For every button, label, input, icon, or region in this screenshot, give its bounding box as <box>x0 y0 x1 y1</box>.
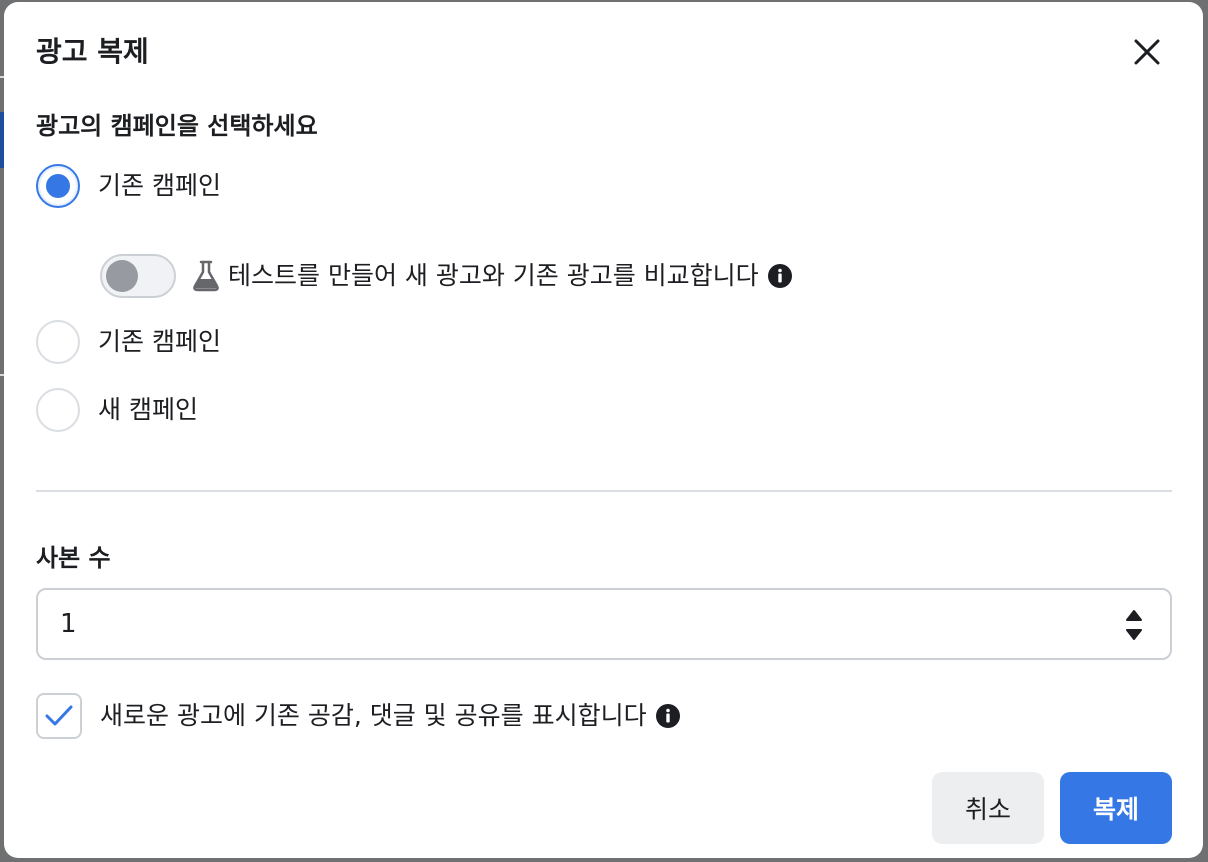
flask-icon <box>192 260 220 292</box>
radio-button[interactable] <box>36 164 80 208</box>
radio-existing-campaign[interactable]: 기존 캠페인 <box>36 162 221 210</box>
cancel-button[interactable]: 취소 <box>932 772 1044 844</box>
radio-label: 새 캠페인 <box>98 395 198 424</box>
show-engagement-label: 새로운 광고에 기존 공감, 댓글 및 공유를 표시합니다 <box>100 701 647 730</box>
info-icon[interactable] <box>767 263 793 289</box>
toggle-knob <box>106 260 138 292</box>
show-engagement-checkbox-row[interactable]: 새로운 광고에 기존 공감, 댓글 및 공유를 표시합니다 <box>36 692 681 740</box>
checkmark-icon <box>45 705 73 726</box>
radio-label: 기존 캠페인 <box>98 171 221 200</box>
close-button[interactable] <box>1125 30 1169 74</box>
section-divider <box>36 490 1172 492</box>
duplicate-button[interactable]: 복제 <box>1060 772 1172 844</box>
chevron-down-icon <box>1126 629 1142 640</box>
campaign-section-label: 광고의 캠페인을 선택하세요 <box>36 112 318 140</box>
show-engagement-checkbox[interactable] <box>36 693 82 739</box>
copies-stepper[interactable]: 1 <box>36 588 1172 660</box>
copies-label: 사본 수 <box>36 544 111 572</box>
info-icon[interactable] <box>655 703 681 729</box>
test-toggle-label: 테스트를 만들어 새 광고와 기존 광고를 비교합니다 <box>228 261 759 290</box>
close-icon <box>1134 39 1160 65</box>
duplicate-ad-dialog: 광고 복제 광고의 캠페인을 선택하세요 기존 캠페인 테스트를 만들어 새 광… <box>4 2 1203 858</box>
radio-selected-dot <box>46 174 70 198</box>
radio-new-campaign[interactable]: 새 캠페인 <box>36 386 198 434</box>
stepper-arrows[interactable] <box>1124 606 1144 644</box>
chevron-up-icon <box>1126 610 1142 621</box>
test-toggle-row: 테스트를 만들어 새 광고와 기존 광고를 비교합니다 <box>100 252 793 300</box>
copies-value[interactable]: 1 <box>60 608 77 640</box>
radio-existing-campaign-2[interactable]: 기존 캠페인 <box>36 318 221 366</box>
dialog-title: 광고 복제 <box>36 35 149 68</box>
radio-button[interactable] <box>36 388 80 432</box>
radio-label: 기존 캠페인 <box>98 327 221 356</box>
radio-button[interactable] <box>36 320 80 364</box>
test-toggle[interactable] <box>100 254 176 298</box>
